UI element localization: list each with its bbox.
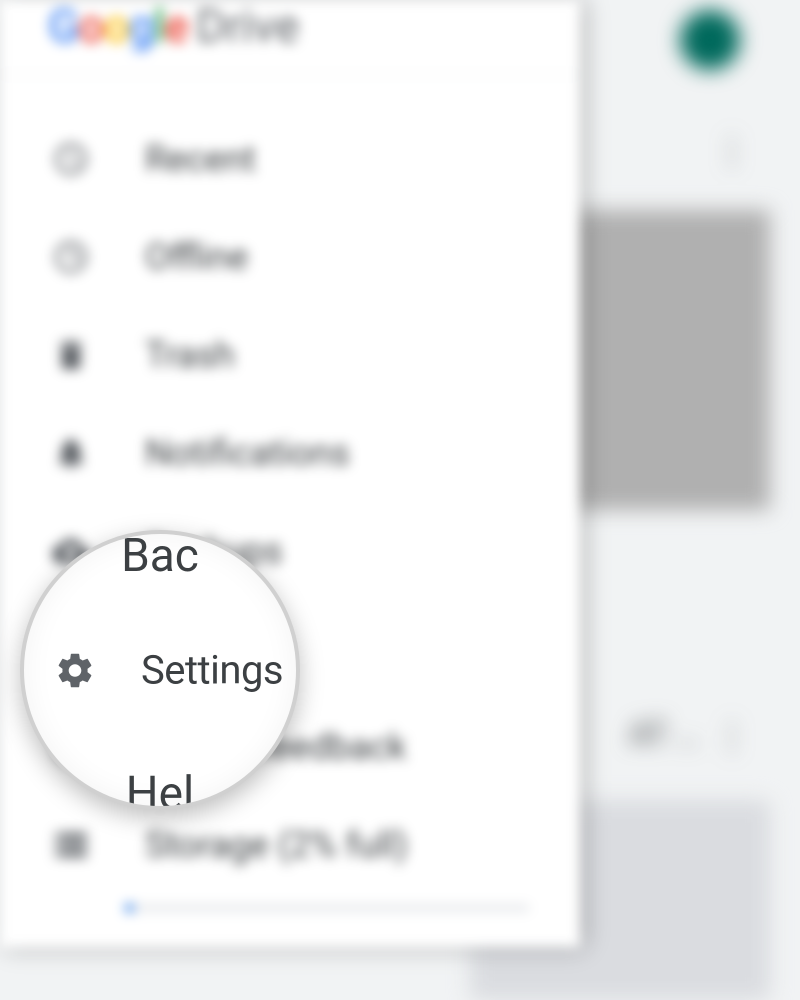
magnifier-lens: Bac Settings Hel [20,530,300,810]
clock-icon [52,140,90,178]
gear-icon [54,649,96,691]
sidebar-item-label: Notifications [145,432,350,474]
sidebar-item-recent[interactable]: Recent [0,110,580,208]
storage-progress-fill [125,904,133,912]
sidebar-item-label: Offline [145,236,248,278]
file-name-label: AT ... [629,715,700,753]
kebab-menu-icon[interactable]: ⋮ [714,715,750,757]
kebab-menu-icon[interactable]: ⋮ [714,130,750,172]
drawer-header: Google Drive [0,0,580,75]
sidebar-item-label: Trash [145,334,235,376]
magnified-settings-label: Settings [141,647,283,694]
product-name: Drive [196,0,299,54]
sidebar-item-storage[interactable]: Storage (2% full) [0,796,580,894]
storage-progress-bar [125,904,530,912]
main-content-background: ⋮ AT ... ⋮ [580,0,800,947]
sidebar-item-notifications[interactable]: Notifications [0,404,580,502]
navigation-drawer: Google Drive Recent Offline Trash [0,0,580,947]
sidebar-item-label: Recent [145,138,256,180]
bell-icon [52,434,90,472]
avatar[interactable] [680,10,740,70]
sidebar-item-trash[interactable]: Trash [0,306,580,404]
sidebar-item-offline[interactable]: Offline [0,208,580,306]
trash-icon [52,336,90,374]
partial-text-above: Bac [121,530,199,583]
app-logo: Google Drive [48,0,580,54]
sidebar-item-label: Storage (2% full) [145,824,408,866]
storage-icon [52,826,90,864]
google-logo: Google [48,0,188,54]
magnified-settings-item[interactable]: Settings [24,637,296,704]
offline-icon [52,238,90,276]
partial-text-below: Hel [126,767,194,810]
